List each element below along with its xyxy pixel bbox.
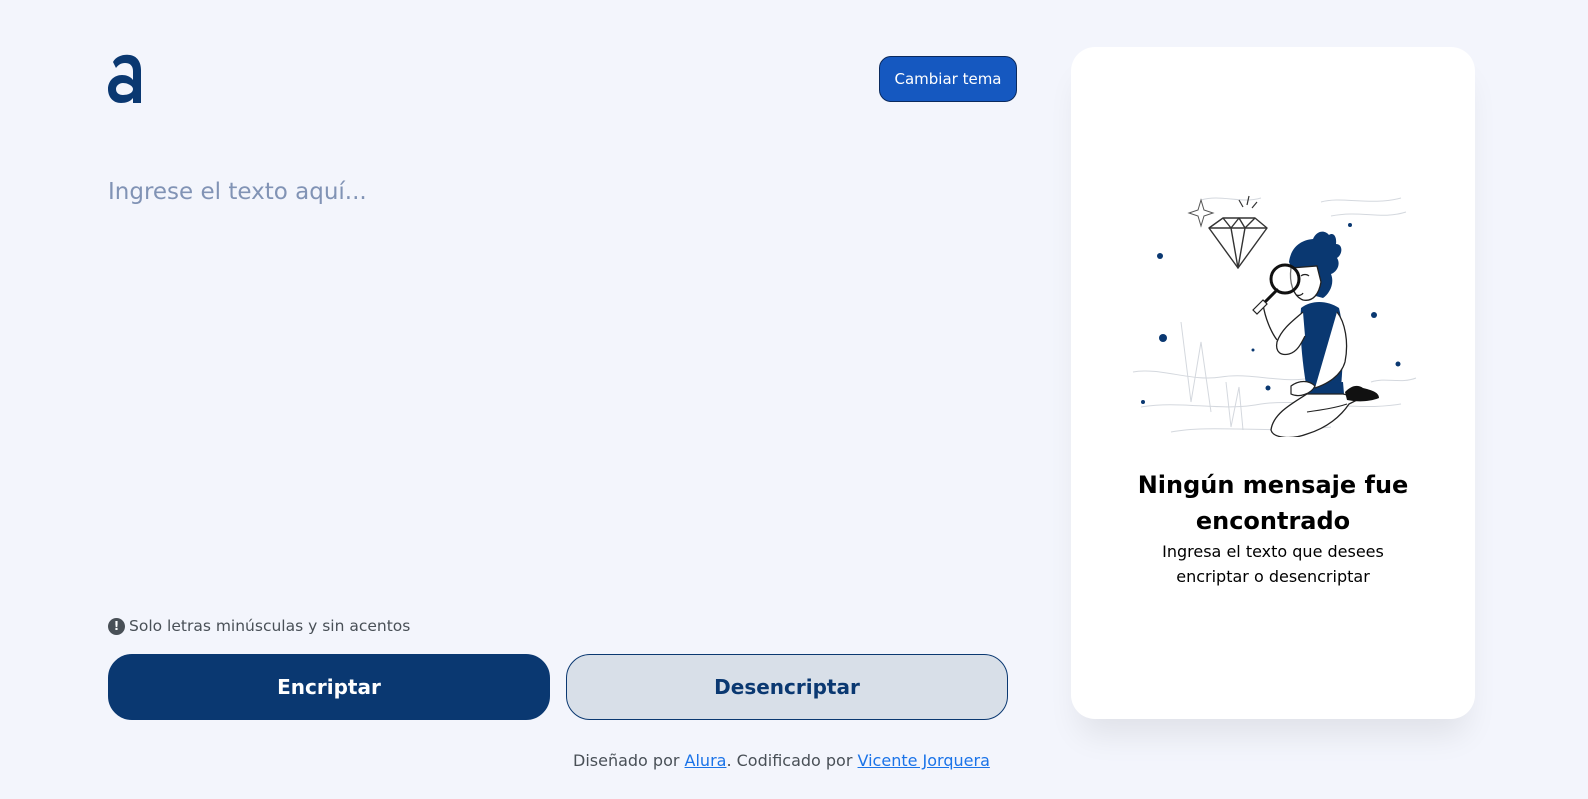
encrypt-button[interactable]: Encriptar [108, 654, 550, 720]
change-theme-button[interactable]: Cambiar tema [879, 56, 1017, 102]
no-message-subtitle: Ingresa el texto que desees encriptar o … [1162, 542, 1384, 586]
alura-logo-icon[interactable] [108, 54, 142, 104]
person-with-magnifier-illustration [1131, 172, 1421, 439]
footer: Diseñado por Alura. Codificado por Vicen… [573, 751, 990, 775]
page: Cambiar tema ! Solo letras minúsculas y … [0, 0, 1588, 799]
decrypt-button[interactable]: Desencriptar [566, 654, 1008, 720]
input-hint: ! Solo letras minúsculas y sin acentos [108, 615, 410, 637]
output-panel: Ningún mensaje fue encontrado Ingresa el… [1071, 47, 1475, 719]
author-link[interactable]: Vicente Jorquera [858, 751, 990, 770]
no-message-title: Ningún mensaje fue encontrado [1137, 471, 1409, 535]
footer-prefix: Diseñado por [573, 751, 685, 770]
alura-link[interactable]: Alura [685, 751, 727, 770]
hint-text: Solo letras minúsculas y sin acentos [129, 617, 411, 635]
footer-middle: . Codificado por [726, 751, 858, 770]
message-input[interactable] [108, 172, 1008, 592]
exclamation-circle-icon: ! [108, 617, 125, 635]
